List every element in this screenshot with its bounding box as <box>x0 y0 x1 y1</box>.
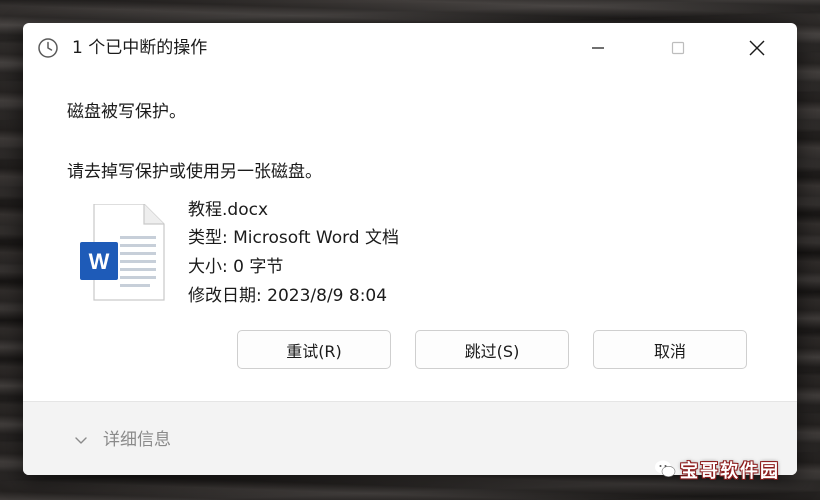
chevron-down-icon <box>75 437 87 444</box>
instruction-message: 请去掉写保护或使用另一张磁盘。 <box>67 162 322 182</box>
interrupted-operation-dialog: 1 个已中断的操作 磁盘被写保护。 请去掉写保护或使用另一张磁盘。 W 教程.d… <box>23 23 797 475</box>
minimize-icon <box>592 47 604 49</box>
skip-button[interactable]: 跳过(S) <box>415 330 569 369</box>
close-button[interactable] <box>739 33 775 63</box>
minimize-button[interactable] <box>580 33 616 63</box>
wechat-icon <box>655 460 676 477</box>
file-size: 大小: 0 字节 <box>188 257 284 277</box>
cancel-button[interactable]: 取消 <box>593 330 747 369</box>
title-bar[interactable]: 1 个已中断的操作 <box>23 23 797 73</box>
maximize-icon <box>671 41 685 55</box>
file-modified-date: 修改日期: 2023/8/9 8:04 <box>188 286 388 306</box>
error-message: 磁盘被写保护。 <box>67 102 186 122</box>
maximize-button[interactable] <box>660 33 696 63</box>
file-type: 类型: Microsoft Word 文档 <box>188 228 399 248</box>
retry-button[interactable]: 重试(R) <box>237 330 391 369</box>
watermark-text: 宝哥软件园 <box>680 461 780 482</box>
clock-icon <box>38 38 58 58</box>
svg-text:W: W <box>89 249 110 274</box>
close-icon <box>749 40 765 56</box>
word-document-icon: W <box>80 204 165 301</box>
details-toggle[interactable]: 详细信息 <box>73 429 171 451</box>
details-label: 详细信息 <box>103 430 171 450</box>
file-name: 教程.docx <box>188 200 269 220</box>
window-title: 1 个已中断的操作 <box>72 38 208 58</box>
